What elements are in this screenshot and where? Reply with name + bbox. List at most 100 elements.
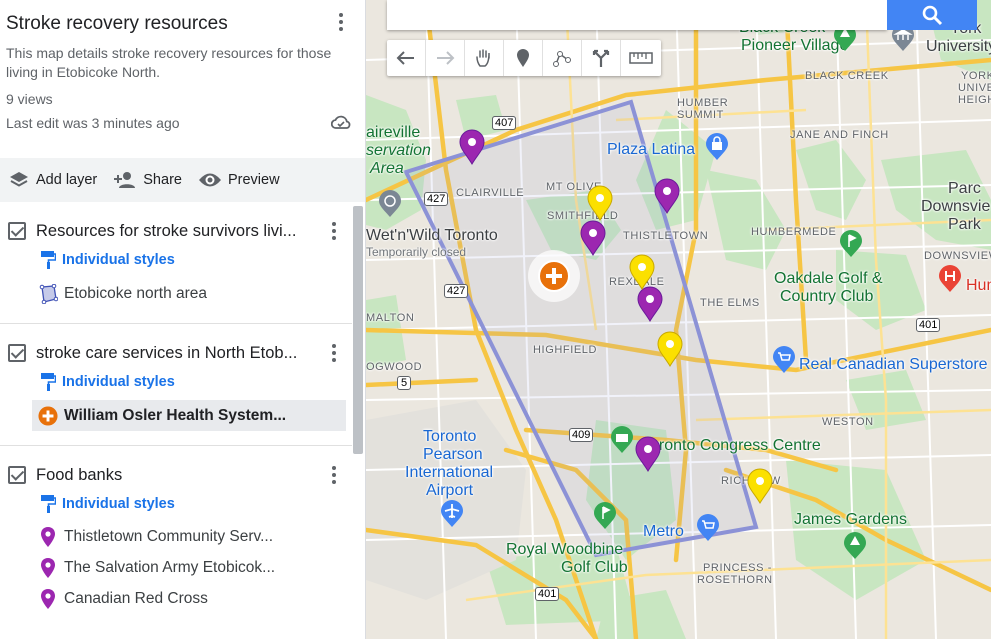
resource-pin-yellow[interactable]	[587, 185, 613, 221]
label-highfield: HIGHFIELD	[533, 344, 598, 356]
layer-options-menu-icon[interactable]	[322, 341, 346, 365]
layer-name[interactable]: stroke care services in North Etob...	[36, 344, 318, 363]
map-canvas[interactable]: 407 427 427 409 401 401 5 27 407 Black C…	[366, 0, 991, 639]
paint-roller-icon	[41, 495, 56, 513]
add-person-icon	[114, 172, 136, 188]
layer-visibility-checkbox[interactable]	[8, 344, 26, 362]
label-clairville: CLAIRVILLE	[456, 187, 525, 199]
label-downsview: DOWNSVIEW	[924, 250, 991, 262]
feature-label: Etobicoke north area	[64, 284, 208, 302]
add-marker-tool[interactable]	[504, 40, 543, 76]
feature-label: The Salvation Army Etobicok...	[64, 558, 276, 576]
park-tree-icon[interactable]	[843, 532, 867, 560]
share-label: Share	[143, 172, 182, 188]
layer-name[interactable]: Resources for stroke survivors livi...	[36, 222, 318, 241]
search-button[interactable]	[887, 0, 977, 30]
airport-plane-icon[interactable]	[440, 500, 464, 528]
redo-button[interactable]	[426, 40, 465, 76]
layer-visibility-checkbox[interactable]	[8, 466, 26, 484]
label-airport: Airport	[426, 482, 474, 499]
panel-scrollbar[interactable]	[353, 206, 363, 454]
search-input[interactable]	[387, 0, 887, 30]
layer-styles-link[interactable]: Individual styles	[0, 368, 352, 396]
food-bank-pin[interactable]	[635, 436, 661, 472]
food-bank-pin[interactable]	[654, 178, 680, 214]
feature-label: Thistletown Community Serv...	[64, 527, 274, 545]
label-golf-club: Golf Club	[561, 559, 628, 576]
golf-icon[interactable]	[839, 230, 863, 258]
grocery-cart-icon[interactable]	[772, 346, 796, 374]
water-park-icon[interactable]	[378, 190, 402, 218]
highway-401-shield: 401	[916, 318, 941, 332]
food-bank-pin[interactable]	[637, 286, 663, 322]
share-button[interactable]: Share	[113, 170, 182, 190]
layer-food-banks: Food banks Individual styles Thistletown…	[0, 446, 352, 614]
map-title[interactable]: Stroke recovery resources	[6, 12, 359, 36]
label-pearson: Pearson	[423, 446, 483, 463]
pan-hand-tool[interactable]	[465, 40, 504, 76]
label-university: University	[926, 38, 991, 55]
convention-centre-icon[interactable]	[610, 426, 634, 454]
layer-name[interactable]: Food banks	[36, 466, 318, 485]
measure-tool[interactable]	[621, 40, 661, 76]
preview-button[interactable]: Preview	[198, 171, 280, 189]
view-count: 9 views	[6, 91, 53, 107]
highway-5-shield: 5	[397, 376, 412, 390]
draw-line-icon	[553, 51, 571, 67]
resource-pin-yellow[interactable]	[747, 468, 773, 504]
map-legend-panel: Stroke recovery resources This map detai…	[0, 0, 366, 639]
label-park: Park	[948, 216, 981, 233]
label-oakdale: Oakdale Golf &	[774, 270, 883, 287]
label-ogwood: OGWOOD	[366, 361, 423, 373]
map-tools-toolbar	[387, 40, 661, 76]
label-thistletown: THISTLETOWN	[623, 230, 709, 242]
resource-pin-yellow[interactable]	[629, 254, 655, 290]
food-bank-pin[interactable]	[580, 220, 606, 256]
hospital-h-icon[interactable]	[938, 265, 962, 293]
layer-visibility-checkbox[interactable]	[8, 222, 26, 240]
grocery-cart-icon[interactable]	[696, 514, 720, 542]
label-summit: SUMMIT	[677, 109, 724, 121]
label-claireville: aireville	[366, 124, 421, 141]
food-bank-pin[interactable]	[459, 129, 485, 165]
label-rosethorn: ROSETHORN	[697, 574, 773, 586]
layer-styles-link[interactable]: Individual styles	[0, 490, 352, 518]
add-marker-icon	[517, 49, 529, 67]
polygon-icon	[39, 283, 58, 304]
label-heigh: HEIGH	[958, 94, 991, 106]
feature-row-etobicoke-area[interactable]: Etobicoke north area	[0, 278, 352, 309]
resource-pin-yellow[interactable]	[657, 331, 683, 367]
undo-button[interactable]	[387, 40, 426, 76]
draw-line-tool[interactable]	[543, 40, 582, 76]
label-malton: MALTON	[366, 312, 415, 324]
layer-styles-link[interactable]: Individual styles	[0, 246, 352, 274]
feature-row-salvation-army[interactable]: The Salvation Army Etobicok...	[0, 552, 352, 583]
directions-tool[interactable]	[582, 40, 621, 76]
map-options-menu-icon[interactable]	[329, 10, 353, 34]
feature-row-william-osler[interactable]: William Osler Health System...	[32, 400, 346, 431]
search-icon	[922, 5, 943, 26]
cloud-saved-icon	[330, 114, 351, 135]
my-maps-app: Stroke recovery resources This map detai…	[0, 0, 991, 639]
layer-options-menu-icon[interactable]	[322, 463, 346, 487]
layer-stroke-care: stroke care services in North Etob... In…	[0, 324, 352, 446]
highway-427-shield: 427	[424, 192, 449, 206]
add-layer-button[interactable]: Add layer	[8, 170, 97, 190]
place-pin-icon	[41, 557, 55, 578]
feature-row-red-cross[interactable]: Canadian Red Cross	[0, 583, 352, 614]
golf-icon[interactable]	[593, 502, 617, 530]
feature-row-thistletown[interactable]: Thistletown Community Serv...	[0, 521, 352, 552]
panel-header: Stroke recovery resources This map detai…	[0, 0, 365, 158]
ruler-icon	[629, 52, 653, 64]
label-toronto: Toronto	[423, 428, 477, 445]
label-the-elms: THE ELMS	[700, 297, 760, 309]
place-pin-icon	[41, 588, 55, 609]
label-jane-finch: JANE AND FINCH	[790, 129, 889, 141]
layer-options-menu-icon[interactable]	[322, 219, 346, 243]
styles-label: Individual styles	[62, 374, 175, 390]
place-pin-icon	[41, 526, 55, 547]
styles-label: Individual styles	[62, 496, 175, 512]
shopping-bag-icon[interactable]	[705, 133, 729, 161]
hospital-marker-william-osler[interactable]	[526, 248, 582, 304]
map-description[interactable]: This map details stroke recovery resourc…	[6, 44, 336, 82]
